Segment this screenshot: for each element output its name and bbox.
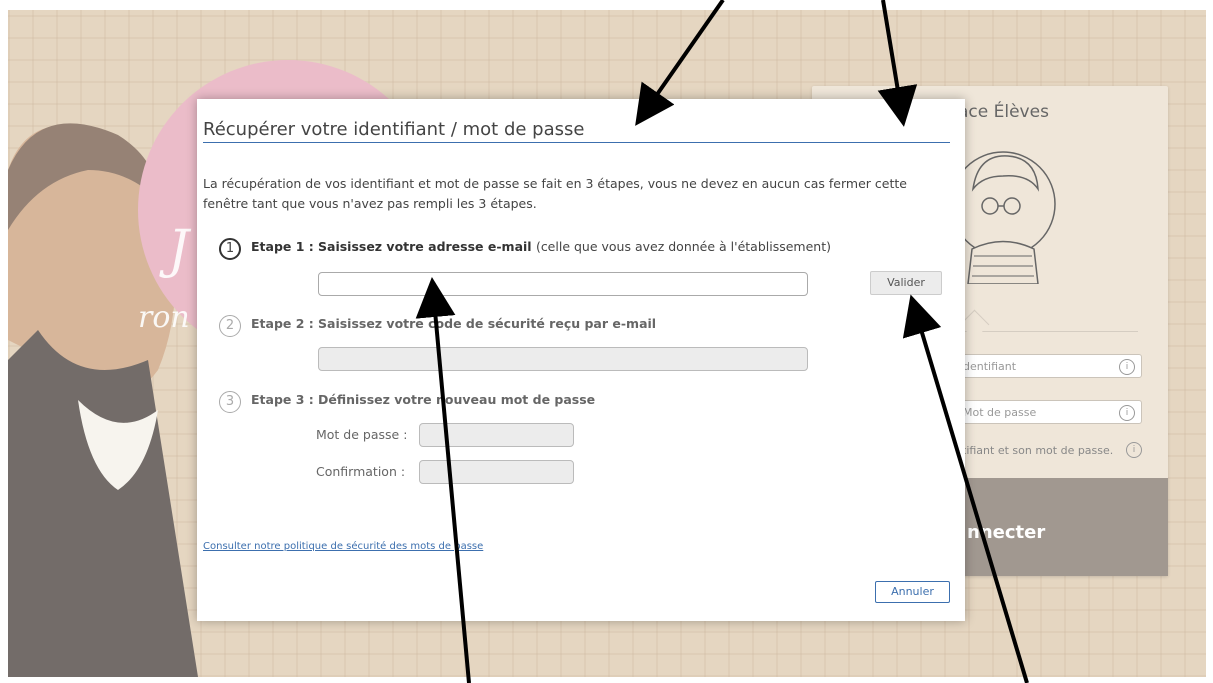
step-2-text: Saisissez votre code de sécurité reçu pa… xyxy=(318,316,657,331)
step-3-text: Définissez votre nouveau mot de passe xyxy=(318,392,596,407)
cancel-button[interactable]: Annuler xyxy=(875,581,950,603)
step-2-number-icon: 2 xyxy=(219,315,241,337)
step-1-number-icon: 1 xyxy=(219,238,241,260)
info-icon[interactable]: i xyxy=(1119,359,1135,375)
confirmation-input[interactable] xyxy=(419,460,574,484)
step-1-note: (celle que vous avez donnée à l'établiss… xyxy=(535,239,831,254)
security-policy-link[interactable]: Consulter notre politique de sécurité de… xyxy=(203,541,483,552)
validate-button[interactable]: Valider xyxy=(870,271,942,295)
new-password-input[interactable] xyxy=(419,423,574,447)
step-1-text: Saisissez votre adresse e-mail xyxy=(318,239,532,254)
dialog-title: Récupérer votre identifiant / mot de pas… xyxy=(203,119,585,140)
step-1-label: Etape 1 : xyxy=(251,239,314,254)
identifier-placeholder: dentifiant xyxy=(963,360,1017,373)
panel-divider xyxy=(960,331,1138,332)
new-password-label: Mot de passe : xyxy=(316,427,408,442)
step-2-label: Etape 2 : xyxy=(251,316,314,331)
password-placeholder: Mot de passe xyxy=(963,406,1037,419)
email-input[interactable] xyxy=(318,272,808,296)
confirmation-label: Confirmation : xyxy=(316,464,406,479)
password-field[interactable]: Mot de passe i xyxy=(954,400,1142,424)
step-3-label: Etape 3 : xyxy=(251,392,314,407)
dialog-intro: La récupération de vos identifiant et mo… xyxy=(203,176,907,211)
title-divider xyxy=(203,142,950,143)
login-hint: tifiant et son mot de passe. xyxy=(962,444,1114,457)
connect-label: nnecter xyxy=(967,522,1046,543)
info-icon[interactable]: i xyxy=(1119,405,1135,421)
info-icon[interactable]: i xyxy=(1126,442,1142,458)
step-1-description: Saisissez votre adresse e-mail (celle qu… xyxy=(318,239,831,254)
step-3-number-icon: 3 xyxy=(219,391,241,413)
security-code-input[interactable] xyxy=(318,347,808,371)
password-recovery-dialog: Récupérer votre identifiant / mot de pas… xyxy=(197,99,965,621)
panel-title: ace Élèves xyxy=(958,102,1049,122)
identifier-field[interactable]: dentifiant i xyxy=(954,354,1142,378)
